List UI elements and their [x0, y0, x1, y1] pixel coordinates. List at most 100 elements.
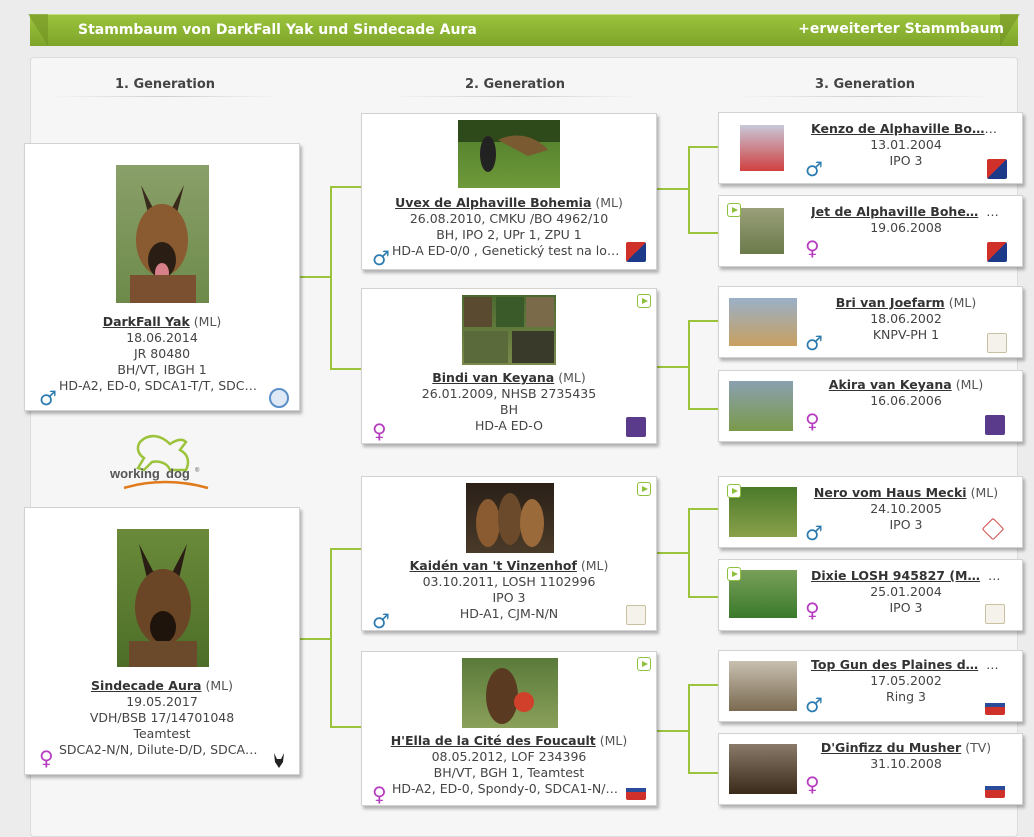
dog-info-line: 26.08.2010, CMKU /BO 4962/10 — [409, 211, 609, 226]
video-play-icon[interactable] — [637, 657, 651, 671]
dog-name-link[interactable]: Kenzo de Alphaville Bo… — [811, 121, 997, 136]
generation-2-header: 2. Generation — [390, 77, 640, 97]
video-play-icon[interactable] — [637, 294, 651, 308]
club-badge-icon — [987, 242, 1007, 262]
dog-info-line: 18.06.2014 — [126, 330, 198, 345]
club-badge-icon — [987, 333, 1007, 353]
dog-name-line: Dixie LOSH 945827 (M… (ML) — [811, 568, 1001, 583]
dog-card-dixie[interactable]: Dixie LOSH 945827 (M… (ML) 25.01.2004 IP… — [718, 559, 1023, 631]
dog-name-link[interactable]: Uvex de Alphaville Bohemia — [395, 195, 591, 210]
dog-photo — [729, 381, 793, 431]
male-icon: ♂ — [372, 609, 390, 633]
dog-info-line: 18.06.2002 — [870, 311, 942, 326]
connector — [688, 684, 719, 686]
banner-fold-left — [28, 14, 48, 46]
dog-card-nero[interactable]: Nero vom Haus Mecki (ML) 24.10.2005 IPO … — [718, 476, 1023, 548]
male-icon: ♂ — [805, 157, 823, 181]
connector — [657, 366, 690, 368]
dog-name-link[interactable]: Akira van Keyana — [829, 377, 952, 392]
working-dog-logo: working dog ® — [109, 430, 220, 500]
dog-name-line: DarkFall Yak (ML) — [102, 314, 222, 329]
dog-card-sindecade-aura[interactable]: Sindecade Aura (ML) 19.05.2017 VDH/BSB 1… — [24, 507, 300, 775]
dog-card-dginfizz[interactable]: D'Ginfizz du Musher (TV) 31.10.2008 ♀ — [718, 733, 1023, 805]
connector — [330, 548, 361, 550]
dog-card-kenzo[interactable]: Kenzo de Alphaville Bo… (ML) 13.01.2004 … — [718, 112, 1023, 184]
connector — [688, 320, 719, 322]
extended-pedigree-link[interactable]: +erweiterter Stammbaum — [798, 21, 1004, 37]
dog-photo — [462, 295, 556, 365]
dog-card-darkfall-yak[interactable]: DarkFall Yak (ML) 18.06.2014 JR 80480 BH… — [24, 143, 300, 411]
dog-card-top-gun[interactable]: Top Gun des Plaines d… (ML) 17.05.2002 R… — [718, 650, 1023, 722]
connector — [330, 548, 332, 728]
dog-name-line: Nero vom Haus Mecki (ML) — [813, 485, 999, 500]
dog-card-kaiden[interactable]: Kaidén van 't Vinzenhof (ML) 03.10.2011,… — [361, 476, 657, 631]
dog-name-link[interactable]: Dixie LOSH 945827 (M… — [811, 568, 980, 583]
dog-name-link[interactable]: Kaidén van 't Vinzenhof — [410, 558, 577, 573]
dog-name-line: Uvex de Alphaville Bohemia (ML) — [395, 195, 623, 210]
dog-card-bindi[interactable]: Bindi van Keyana (ML) 26.01.2009, NHSB 2… — [361, 288, 657, 444]
connector — [688, 508, 690, 598]
dog-photo — [740, 125, 784, 171]
connector — [330, 368, 361, 370]
dog-info-line: HD-A2, ED-0, SDCA1-T/T, SDCA… — [59, 378, 259, 393]
dog-card-hella[interactable]: H'Ella de la Cité des Foucault (ML) 08.0… — [361, 651, 657, 806]
svg-text:®: ® — [195, 467, 200, 474]
connector — [657, 188, 690, 190]
dog-info-line: 03.10.2011, LOSH 1102996 — [422, 574, 596, 589]
dog-name-line: Jet de Alphaville Bohe… (ML) — [811, 204, 1001, 219]
dog-name-link[interactable]: Sindecade Aura — [91, 678, 201, 693]
dog-info-line: 19.05.2017 — [126, 694, 198, 709]
svg-text:dog: dog — [166, 466, 190, 481]
club-badge-icon — [626, 417, 646, 437]
dog-card-akira[interactable]: Akira van Keyana (ML) 16.06.2006 ♀ — [718, 370, 1023, 442]
video-play-icon[interactable] — [727, 567, 741, 581]
video-play-icon[interactable] — [727, 484, 741, 498]
video-play-icon[interactable] — [637, 482, 651, 496]
connector — [300, 638, 332, 640]
pedigree-banner: Stammbaum von DarkFall Yak und Sindecade… — [28, 14, 1020, 46]
dog-name-link[interactable]: Jet de Alphaville Bohe… — [811, 204, 978, 219]
dog-info-line: HD-A ED-O — [474, 418, 543, 433]
dog-photo — [116, 165, 209, 303]
dog-info-line: 19.06.2008 — [870, 220, 942, 235]
dog-photo — [729, 298, 797, 346]
dog-card-uvex[interactable]: Uvex de Alphaville Bohemia (ML) 26.08.20… — [361, 113, 657, 270]
dog-photo — [117, 529, 209, 667]
male-icon: ♂ — [805, 331, 823, 355]
club-badge-icon — [985, 778, 1005, 798]
dog-card-jet[interactable]: Jet de Alphaville Bohe… (ML) 19.06.2008 … — [718, 195, 1023, 267]
dog-photo — [462, 658, 558, 728]
dog-name-link[interactable]: Bindi van Keyana — [432, 370, 554, 385]
dog-info-line: 25.01.2004 — [870, 584, 942, 599]
dog-name-link[interactable]: Bri van Joefarm — [836, 295, 945, 310]
connector — [657, 730, 690, 732]
video-play-icon[interactable] — [727, 203, 741, 217]
dog-info-line: 31.10.2008 — [870, 756, 942, 771]
male-icon: ♂ — [805, 693, 823, 717]
dog-name-link[interactable]: Nero vom Haus Mecki — [814, 485, 967, 500]
dog-info-line: SDCA2-N/N, Dilute-D/D, SDCA1… — [59, 742, 259, 757]
dog-info-line: 17.05.2002 — [870, 673, 942, 688]
dog-info-line: 16.06.2006 — [870, 393, 942, 408]
dog-info-line: 13.01.2004 — [870, 137, 942, 152]
male-icon: ♂ — [39, 386, 57, 410]
dog-name-link[interactable]: H'Ella de la Cité des Foucault — [391, 733, 596, 748]
connector — [688, 146, 690, 234]
dog-name-line: Akira van Keyana (ML) — [828, 377, 984, 392]
dog-info-line: IPO 3 — [889, 153, 923, 168]
connector — [300, 276, 332, 278]
connector — [688, 508, 719, 510]
dog-card-bri[interactable]: Bri van Joefarm (ML) 18.06.2002 KNPV-PH … — [718, 286, 1023, 358]
dog-info-line: VDH/BSB 17/14701048 — [89, 710, 235, 725]
female-icon: ♀ — [39, 746, 54, 770]
dog-name-link[interactable]: D'Ginfizz du Musher — [821, 740, 961, 755]
dog-name-link[interactable]: Top Gun des Plaines d… — [811, 657, 978, 672]
dog-name-line: H'Ella de la Cité des Foucault (ML) — [390, 733, 628, 748]
dog-info-line: HD-A1, CJM-N/N — [459, 606, 559, 621]
dog-name-link[interactable]: DarkFall Yak — [103, 314, 190, 329]
dog-info-line: 08.05.2012, LOF 234396 — [431, 749, 587, 764]
generation-1-header: 1. Generation — [50, 77, 280, 97]
club-badge-icon — [985, 695, 1005, 715]
generation-3-header: 3. Generation — [740, 77, 990, 97]
dog-info-line: JR 80480 — [133, 346, 191, 361]
